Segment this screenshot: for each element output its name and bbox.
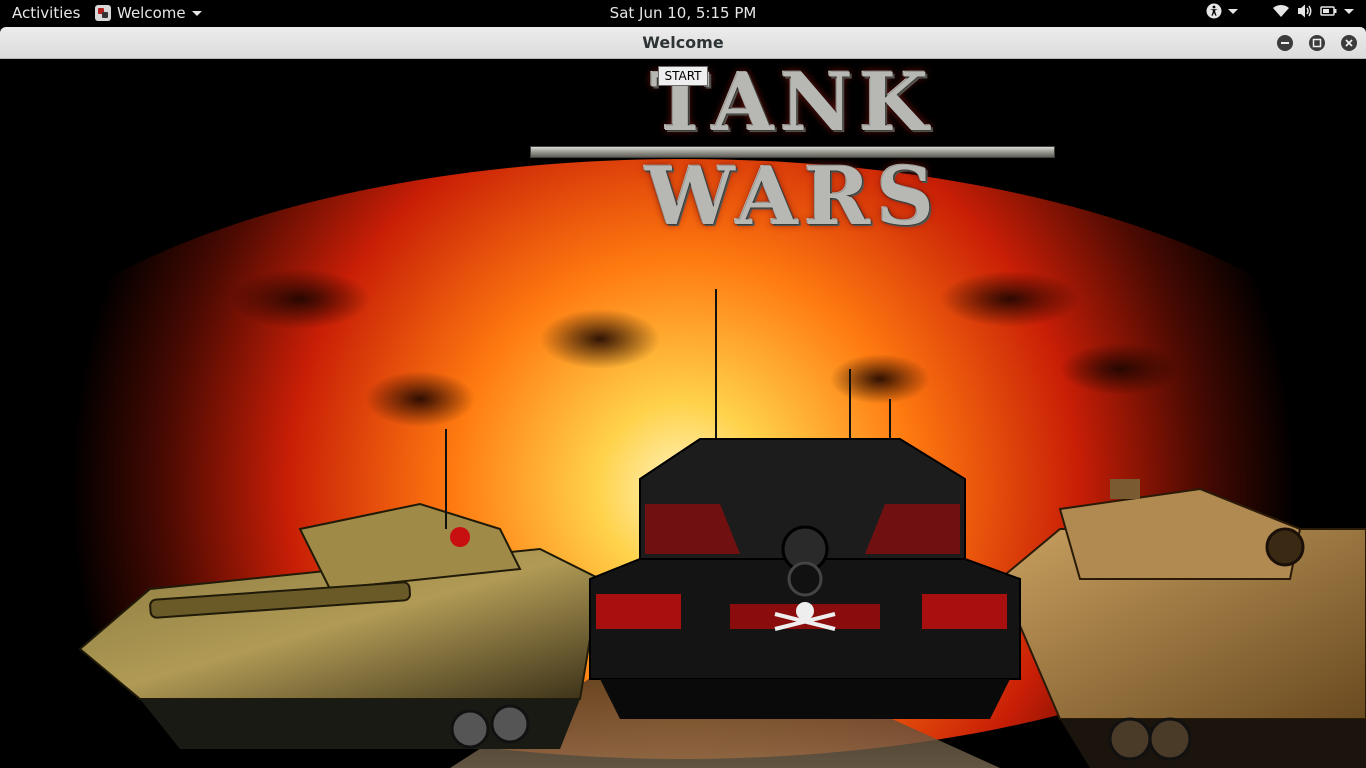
app-menu[interactable]: Welcome <box>95 4 202 22</box>
minimize-icon <box>1281 42 1289 44</box>
window-title: Welcome <box>642 33 724 52</box>
chevron-down-icon <box>1228 8 1238 14</box>
app-menu-label: Welcome <box>117 4 186 22</box>
top-bar: Activities Welcome Sat Jun 10, 5:15 PM <box>0 0 1366 26</box>
system-menu[interactable] <box>1272 3 1354 19</box>
app-icon <box>95 5 111 21</box>
close-icon <box>1345 39 1353 47</box>
accessibility-menu[interactable] <box>1206 3 1238 19</box>
activities-button[interactable]: Activities <box>12 4 80 22</box>
maximize-icon <box>1312 38 1322 48</box>
game-logo: TANK WARS <box>530 59 1055 243</box>
battery-icon <box>1320 6 1337 16</box>
maximize-button[interactable] <box>1309 35 1325 51</box>
accessibility-icon <box>1206 3 1222 19</box>
clock[interactable]: Sat Jun 10, 5:15 PM <box>610 4 757 22</box>
chevron-down-icon <box>191 10 202 16</box>
chevron-down-icon <box>1344 8 1354 14</box>
logo-underline <box>530 146 1055 158</box>
volume-icon <box>1298 4 1312 18</box>
minimize-button[interactable] <box>1277 35 1293 51</box>
wifi-icon <box>1273 4 1289 17</box>
game-canvas[interactable]: TANK WARS START <box>0 59 1366 768</box>
close-button[interactable] <box>1341 35 1357 51</box>
start-button[interactable]: START <box>658 66 708 86</box>
window-titlebar[interactable]: Welcome <box>0 27 1366 59</box>
